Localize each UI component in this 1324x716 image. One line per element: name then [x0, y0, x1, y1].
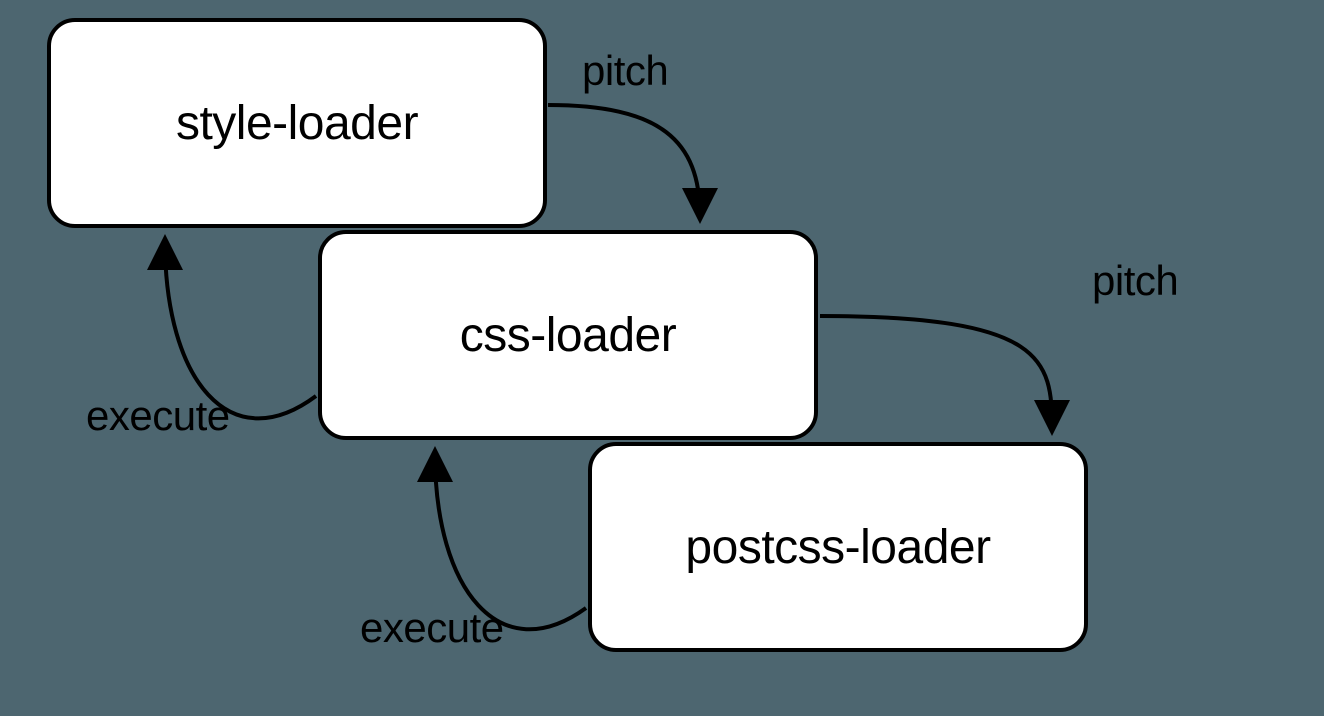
node-postcss-loader: postcss-loader — [588, 442, 1088, 652]
node-css-loader: css-loader — [318, 230, 818, 440]
edge-label-pitch-2: pitch — [1092, 257, 1178, 305]
node-label: postcss-loader — [685, 520, 990, 575]
node-style-loader: style-loader — [47, 18, 547, 228]
edge-label-execute-2: execute — [360, 604, 504, 652]
arrow-pitch-1 — [548, 105, 700, 216]
edge-label-pitch-1: pitch — [582, 47, 668, 95]
node-label: style-loader — [176, 96, 418, 151]
node-label: css-loader — [460, 308, 676, 363]
arrow-pitch-2 — [820, 316, 1052, 428]
edge-label-execute-1: execute — [86, 392, 230, 440]
arrow-execute-2 — [435, 454, 586, 629]
